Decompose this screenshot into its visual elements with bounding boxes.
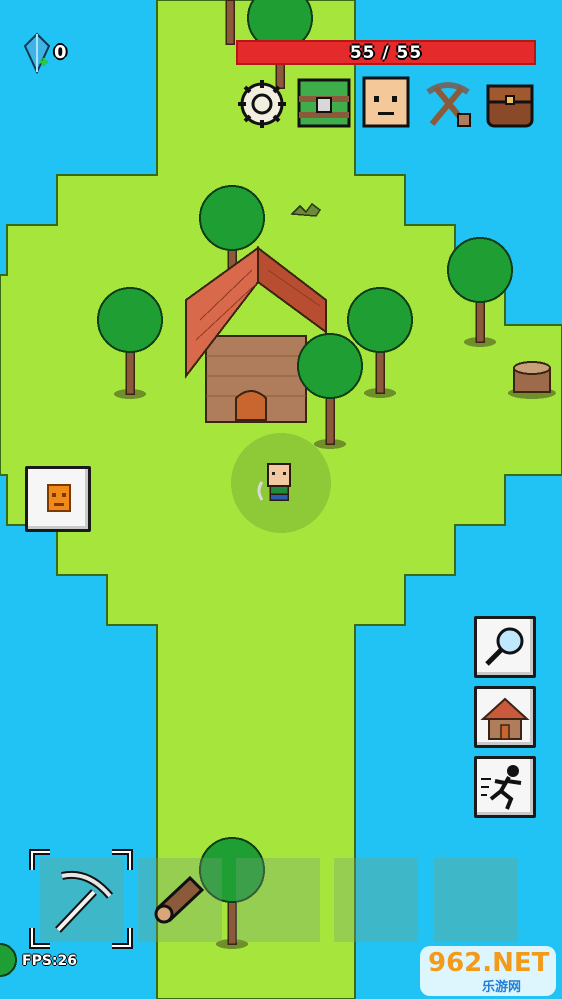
log-icon <box>154 875 205 924</box>
chest-icon[interactable] <box>297 76 351 130</box>
character-face-icon[interactable] <box>360 76 412 130</box>
house-door <box>235 390 267 421</box>
gem-count: 0 <box>54 42 67 63</box>
search-icon <box>485 627 524 666</box>
house-icon <box>480 697 530 740</box>
tree <box>225 0 235 45</box>
settings-gear-icon[interactable] <box>236 78 288 130</box>
build-button[interactable] <box>474 686 536 748</box>
watermark: 962.NET 乐游网 <box>420 946 556 996</box>
tree-stump <box>508 361 556 399</box>
fps-counter: FPS:26 <box>22 953 77 969</box>
mask-icon <box>47 484 71 512</box>
health-bar: 55 / 55 <box>236 40 536 65</box>
search-button[interactable] <box>474 616 536 678</box>
backpack-icon[interactable] <box>484 78 536 130</box>
hotbar-slot-3[interactable] <box>236 858 320 942</box>
gem-icon <box>23 32 51 74</box>
pickaxe-icon <box>55 871 114 933</box>
sprint-button[interactable] <box>474 756 536 818</box>
watermark-logo: 962.NET <box>428 948 550 978</box>
hotbar-slot-4[interactable] <box>334 858 418 942</box>
health-text: 55 / 55 <box>349 43 423 63</box>
running-man-icon <box>481 765 522 810</box>
crafting-pickaxe-icon[interactable] <box>422 78 474 130</box>
quest-button[interactable] <box>25 466 91 532</box>
watermark-text: 乐游网 <box>482 980 522 995</box>
hotbar-slot-5[interactable] <box>434 858 518 942</box>
